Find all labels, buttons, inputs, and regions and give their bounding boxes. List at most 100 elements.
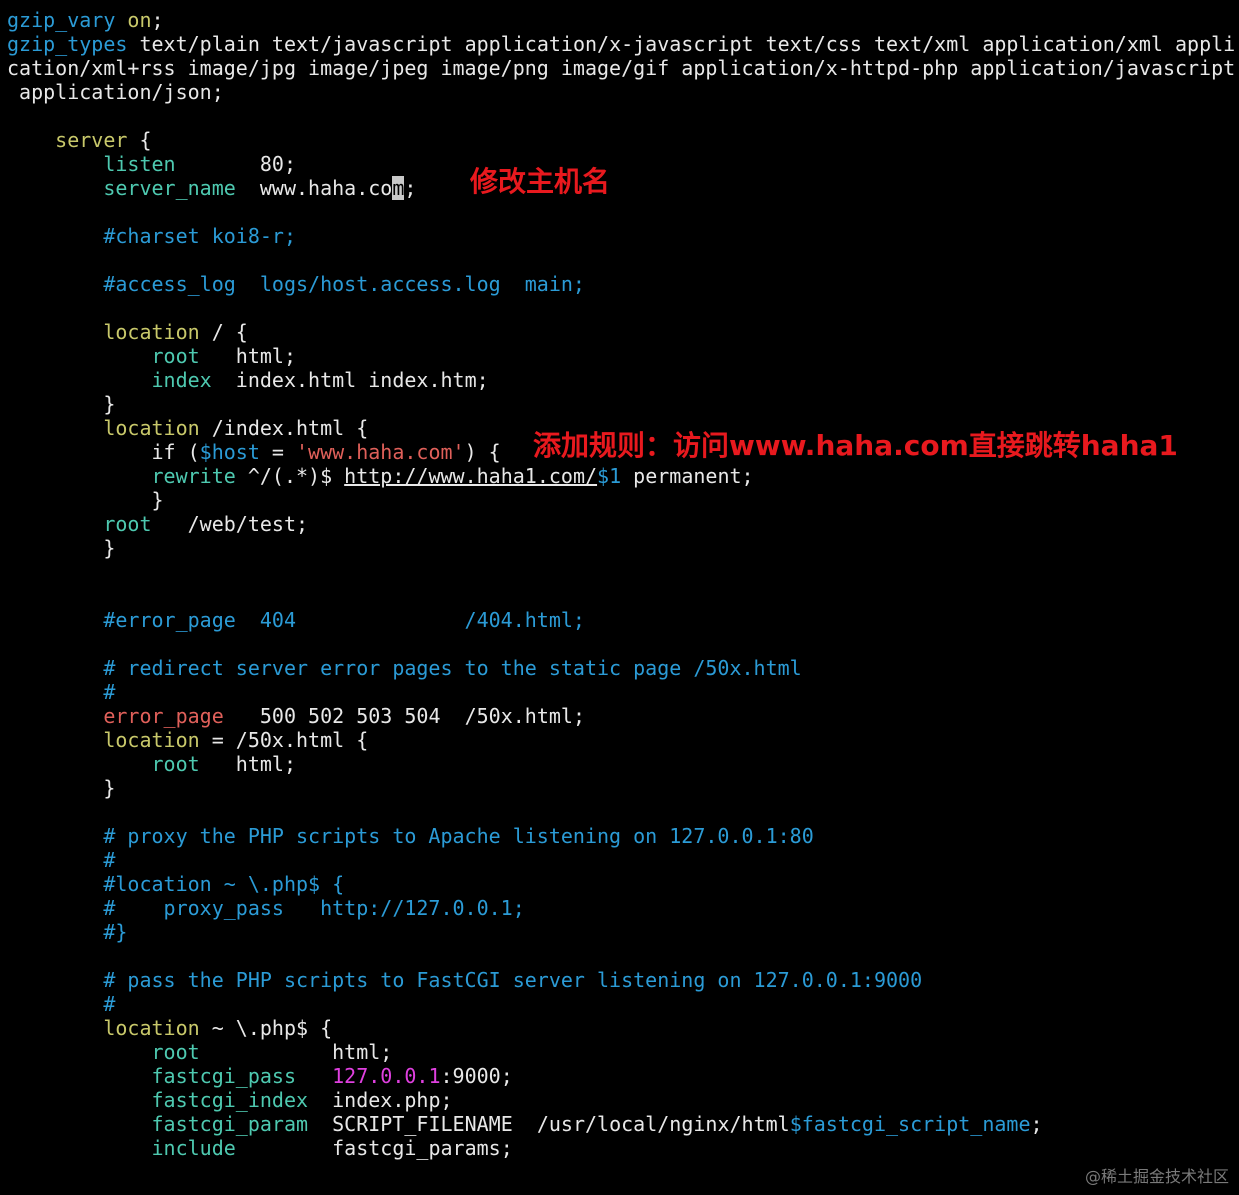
code-token: 127.0.0.1 (332, 1064, 441, 1088)
code-token: location (103, 1016, 200, 1040)
code-line: #} (7, 920, 127, 944)
code-line: } (7, 488, 163, 512)
code-token: index.php; (308, 1088, 453, 1112)
code-token: { (127, 128, 152, 152)
code-token: = (259, 440, 296, 464)
code-line: # redirect server error pages to the sta… (7, 656, 801, 680)
code-token: application/json; (7, 80, 224, 104)
code-line: location ~ \.php$ { (7, 1016, 332, 1040)
code-token: } (7, 536, 116, 560)
code-token: # pass the PHP scripts to FastCGI server… (103, 968, 923, 992)
code-line: server { (7, 128, 152, 152)
code-line: # (7, 848, 115, 872)
watermark: @稀土掘金技术社区 (1084, 1167, 1229, 1186)
code-token: SCRIPT_FILENAME /usr/local/nginx/html (308, 1112, 790, 1136)
code-line: fastcgi_param SCRIPT_FILENAME /usr/local… (7, 1112, 1043, 1136)
code-token: www.haha.co (235, 176, 393, 200)
code-token: /index.html { (199, 416, 369, 440)
code-line: #access_log logs/host.access.log main; (7, 272, 585, 296)
code-token: html; (199, 1040, 393, 1064)
code-line: location /index.html { (7, 416, 368, 440)
code-token: on (127, 8, 152, 32)
code-token: http://www.haha1.com/ (344, 464, 598, 488)
annotation-hostname: 修改主机名 (470, 165, 611, 198)
code-token: ~ \.php$ { (199, 1016, 333, 1040)
code-token: if ( (7, 440, 200, 464)
code-token: ; (1030, 1112, 1043, 1136)
code-token: 'www.haha.com' (296, 440, 465, 464)
code-line: gzip_types text/plain text/javascript ap… (7, 32, 1235, 56)
code-token: #} (103, 920, 128, 944)
code-line: fastcgi_index index.php; (7, 1088, 453, 1112)
code-line: application/json; (7, 80, 224, 104)
code-line: rewrite ^/(.*)$ http://www.haha1.com/$1 … (7, 464, 754, 488)
code-line: root html; (7, 1040, 393, 1064)
code-token: ; (151, 8, 164, 32)
code-token: root (151, 344, 200, 368)
code-line: # proxy_pass http://127.0.0.1; (7, 896, 524, 920)
code-line: gzip_vary on; (7, 8, 164, 32)
code-line: } (7, 392, 115, 416)
code-token: location (103, 416, 200, 440)
code-token: permanent; (621, 464, 754, 488)
terminal-editor[interactable]: gzip_vary on; gzip_types text/plain text/… (0, 0, 1239, 1195)
code-token: root (151, 752, 200, 776)
code-token: #charset koi8-r; (103, 224, 296, 248)
code-line: index index.html index.htm; (7, 368, 489, 392)
code-line: server_name www.haha.com; (7, 176, 416, 200)
code-line: } (7, 776, 115, 800)
code-token: # (103, 680, 116, 704)
code-token: / { (199, 320, 248, 344)
code-token: text/plain text/javascript application/x… (127, 32, 1236, 56)
code-token: index.html index.htm; (211, 368, 489, 392)
code-token: index (151, 368, 212, 392)
code-line: error_page 500 502 503 504 /50x.html; (7, 704, 585, 728)
code-line: } (7, 536, 115, 560)
code-token: 80; (175, 152, 296, 176)
code-token: fastcgi_index (151, 1088, 309, 1112)
code-token: root (151, 1040, 200, 1064)
code-token: html; (199, 344, 296, 368)
code-token: #access_log logs/host.access.log main; (103, 272, 585, 296)
code-token: html; (199, 752, 296, 776)
code-token: cation/xml+rss image/jpg image/jpeg imag… (7, 56, 1236, 80)
code-line: root /web/test; (7, 512, 308, 536)
code-token: listen (103, 152, 176, 176)
code-token: #error_page 404 /404.html; (103, 608, 585, 632)
code-line: # (7, 992, 115, 1016)
code-token: :9000; (440, 1064, 513, 1088)
code-line: include fastcgi_params; (7, 1136, 513, 1160)
code-token: fastcgi_pass (151, 1064, 297, 1088)
code-token: # proxy the PHP scripts to Apache listen… (103, 824, 814, 848)
code-token: = /50x.html { (199, 728, 369, 752)
code-line: fastcgi_pass 127.0.0.1:9000; (7, 1064, 513, 1088)
code-token: /web/test; (151, 512, 309, 536)
code-token: # (103, 848, 116, 872)
code-line: # pass the PHP scripts to FastCGI server… (7, 968, 922, 992)
code-token: #location ~ \.php$ { (103, 872, 345, 896)
code-line: root html; (7, 344, 297, 368)
code-token: error_page (103, 704, 224, 728)
